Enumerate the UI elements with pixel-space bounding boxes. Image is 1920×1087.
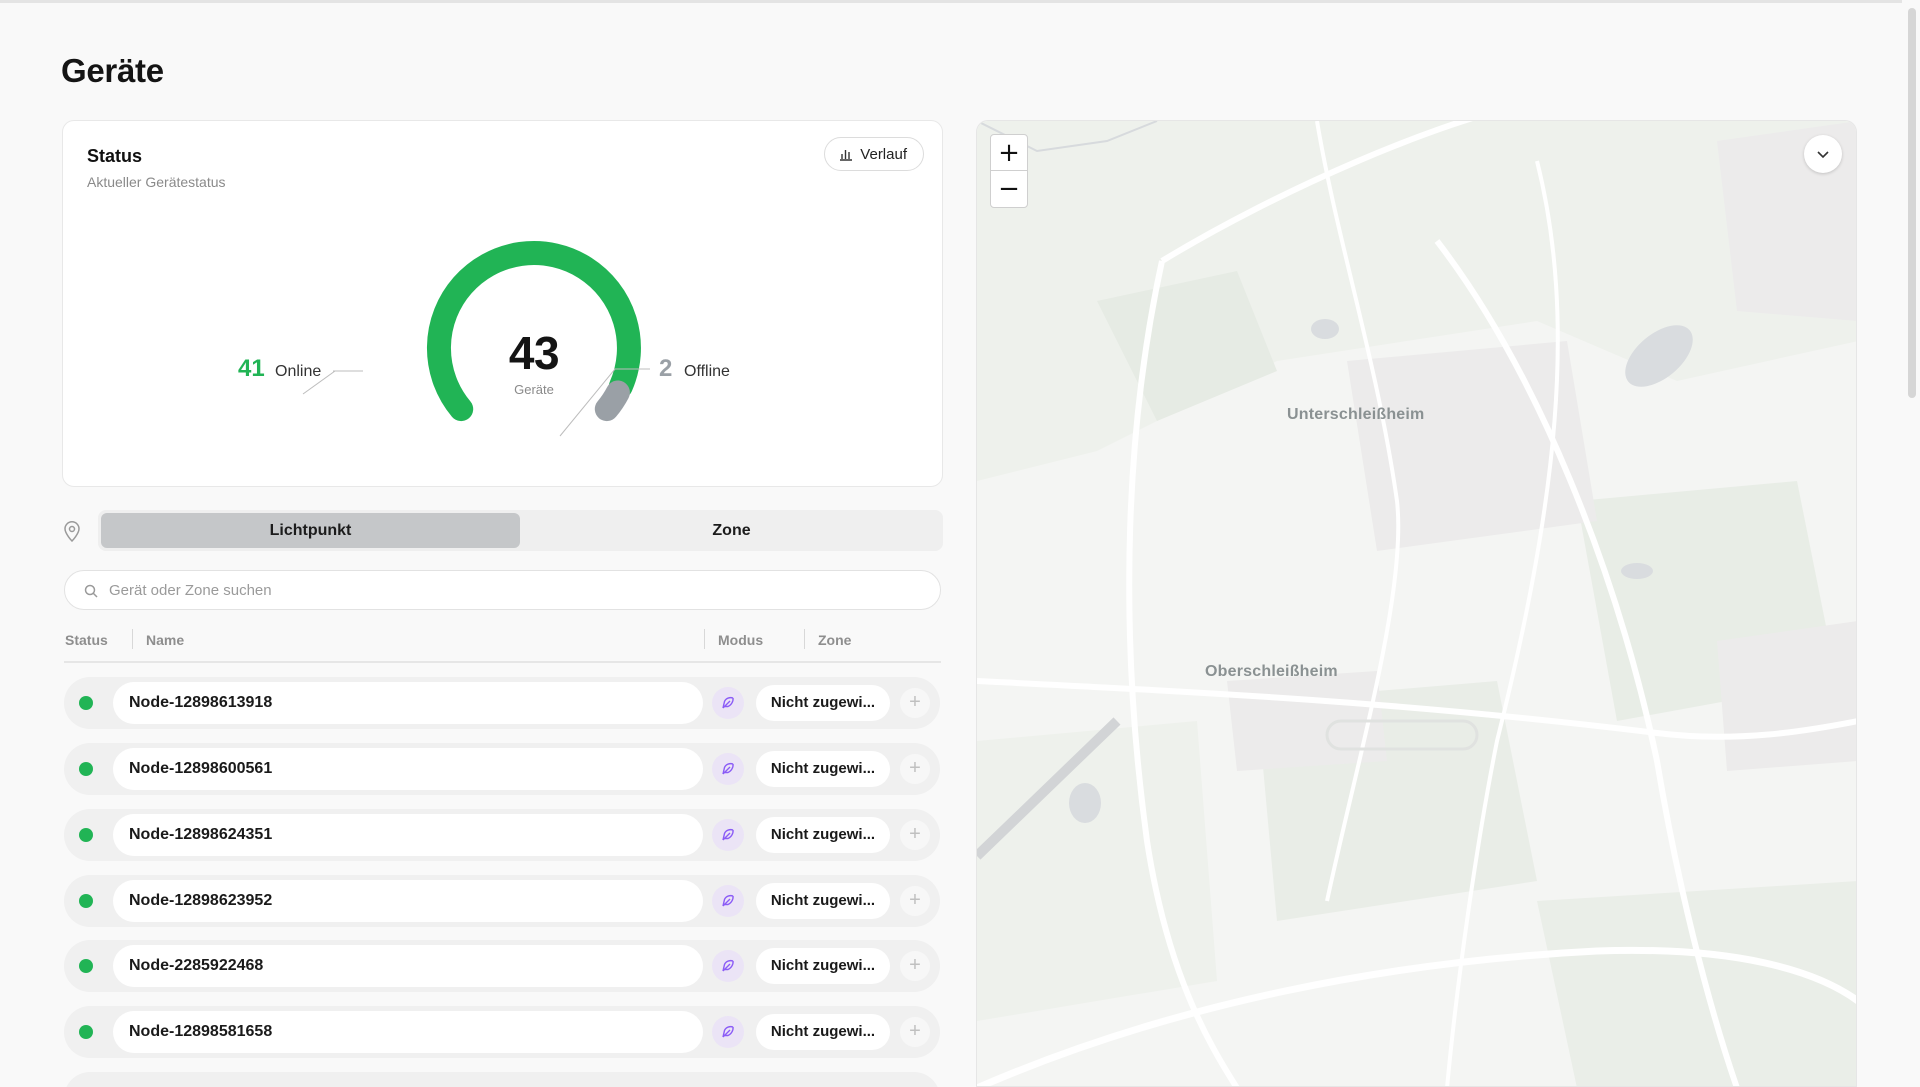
add-button[interactable]: + [900,688,930,718]
feather-icon [722,959,734,972]
zone-select[interactable]: Nicht zugewi... [756,1014,890,1050]
column-divider [704,629,705,649]
gauge-offline-arc [594,380,630,422]
zone-select[interactable]: Nicht zugewi... [756,751,890,787]
zone-select[interactable]: Nicht zugewi... [756,948,890,984]
feather-icon [722,894,734,907]
offline-count: 2 [659,355,673,382]
add-button[interactable]: + [900,754,930,784]
page-scrollbar[interactable] [1902,0,1920,1087]
status-online-dot [79,1025,93,1039]
device-name[interactable]: Node-12898600561 [113,748,703,790]
status-online-dot [79,828,93,842]
search-input[interactable] [109,571,909,609]
feather-icon [722,828,734,841]
zoom-in-button[interactable]: + [991,135,1027,171]
table-row[interactable] [64,1072,940,1087]
zone-select[interactable]: Nicht zugewi... [756,883,890,919]
top-border [0,0,1920,3]
page-title: Geräte [61,52,164,89]
status-online-dot [79,696,93,710]
zoom-control: + − [990,134,1028,208]
view-toggle: Lichtpunkt Zone [98,510,943,551]
column-divider [804,629,805,649]
chevron-down-icon [1817,151,1829,159]
zone-select[interactable]: Nicht zugewi... [756,817,890,853]
table-row[interactable]: Node-12898600561 Nicht zugewi... + [64,743,940,795]
map-place-label: Unterschleißheim [1287,406,1425,423]
column-modus[interactable]: Modus [718,632,763,648]
table-row[interactable]: Node-2285922468 Nicht zugewi... + [64,940,940,992]
mode-button[interactable] [712,753,744,785]
device-name[interactable]: Node-12898624351 [113,814,703,856]
device-name[interactable]: Node-2285922468 [113,945,703,987]
total-devices-value: 43 [508,327,560,379]
add-button[interactable]: + [900,820,930,850]
status-online-dot [79,894,93,908]
map-view[interactable]: Unterschleißheim Oberschleißheim + − [976,120,1857,1087]
zone-select[interactable]: Nicht zugewi... [756,685,890,721]
add-button[interactable]: + [900,1017,930,1047]
online-count: 41 [238,355,265,382]
device-name[interactable]: Node-12898613918 [113,682,703,724]
scrollbar-thumb[interactable] [1908,8,1916,398]
map-tiles [977,121,1856,1086]
online-label: Online [275,363,322,380]
column-zone[interactable]: Zone [818,632,851,648]
device-name[interactable]: Node-12898581658 [113,1011,703,1053]
mode-button[interactable] [712,885,744,917]
status-online-dot [79,762,93,776]
device-name[interactable]: Node-12898623952 [113,880,703,922]
feather-icon [722,1025,734,1038]
add-button[interactable]: + [900,886,930,916]
table-row[interactable]: Node-12898581658 Nicht zugewi... + [64,1006,940,1058]
location-pin-icon[interactable] [63,520,81,542]
table-row[interactable]: Node-12898624351 Nicht zugewi... + [64,809,940,861]
mode-button[interactable] [712,950,744,982]
total-devices-label: Geräte [514,382,554,397]
offline-label: Offline [684,363,730,380]
tab-zone[interactable]: Zone [523,513,940,548]
table-row[interactable]: Node-12898613918 Nicht zugewi... + [64,677,940,729]
column-name[interactable]: Name [146,632,184,648]
table-header: Status Name Modus Zone [64,628,941,663]
tab-lichtpunkt[interactable]: Lichtpunkt [101,513,520,548]
search-icon [84,584,98,598]
status-card: Status Aktueller Gerätestatus Verlauf 43… [62,120,943,487]
status-gauge [302,241,650,437]
column-status[interactable]: Status [65,632,108,648]
mode-button[interactable] [712,819,744,851]
search-bar [64,570,941,610]
feather-icon [722,762,734,775]
mode-button[interactable] [712,1016,744,1048]
add-button[interactable]: + [900,951,930,981]
map-place-label: Oberschleißheim [1205,663,1338,680]
feather-icon [722,696,734,709]
column-divider [132,629,133,649]
mode-button[interactable] [712,687,744,719]
status-online-dot [79,959,93,973]
table-row[interactable]: Node-12898623952 Nicht zugewi... + [64,875,940,927]
map-collapse-button[interactable] [1804,135,1842,173]
zoom-out-button[interactable]: − [991,171,1027,207]
